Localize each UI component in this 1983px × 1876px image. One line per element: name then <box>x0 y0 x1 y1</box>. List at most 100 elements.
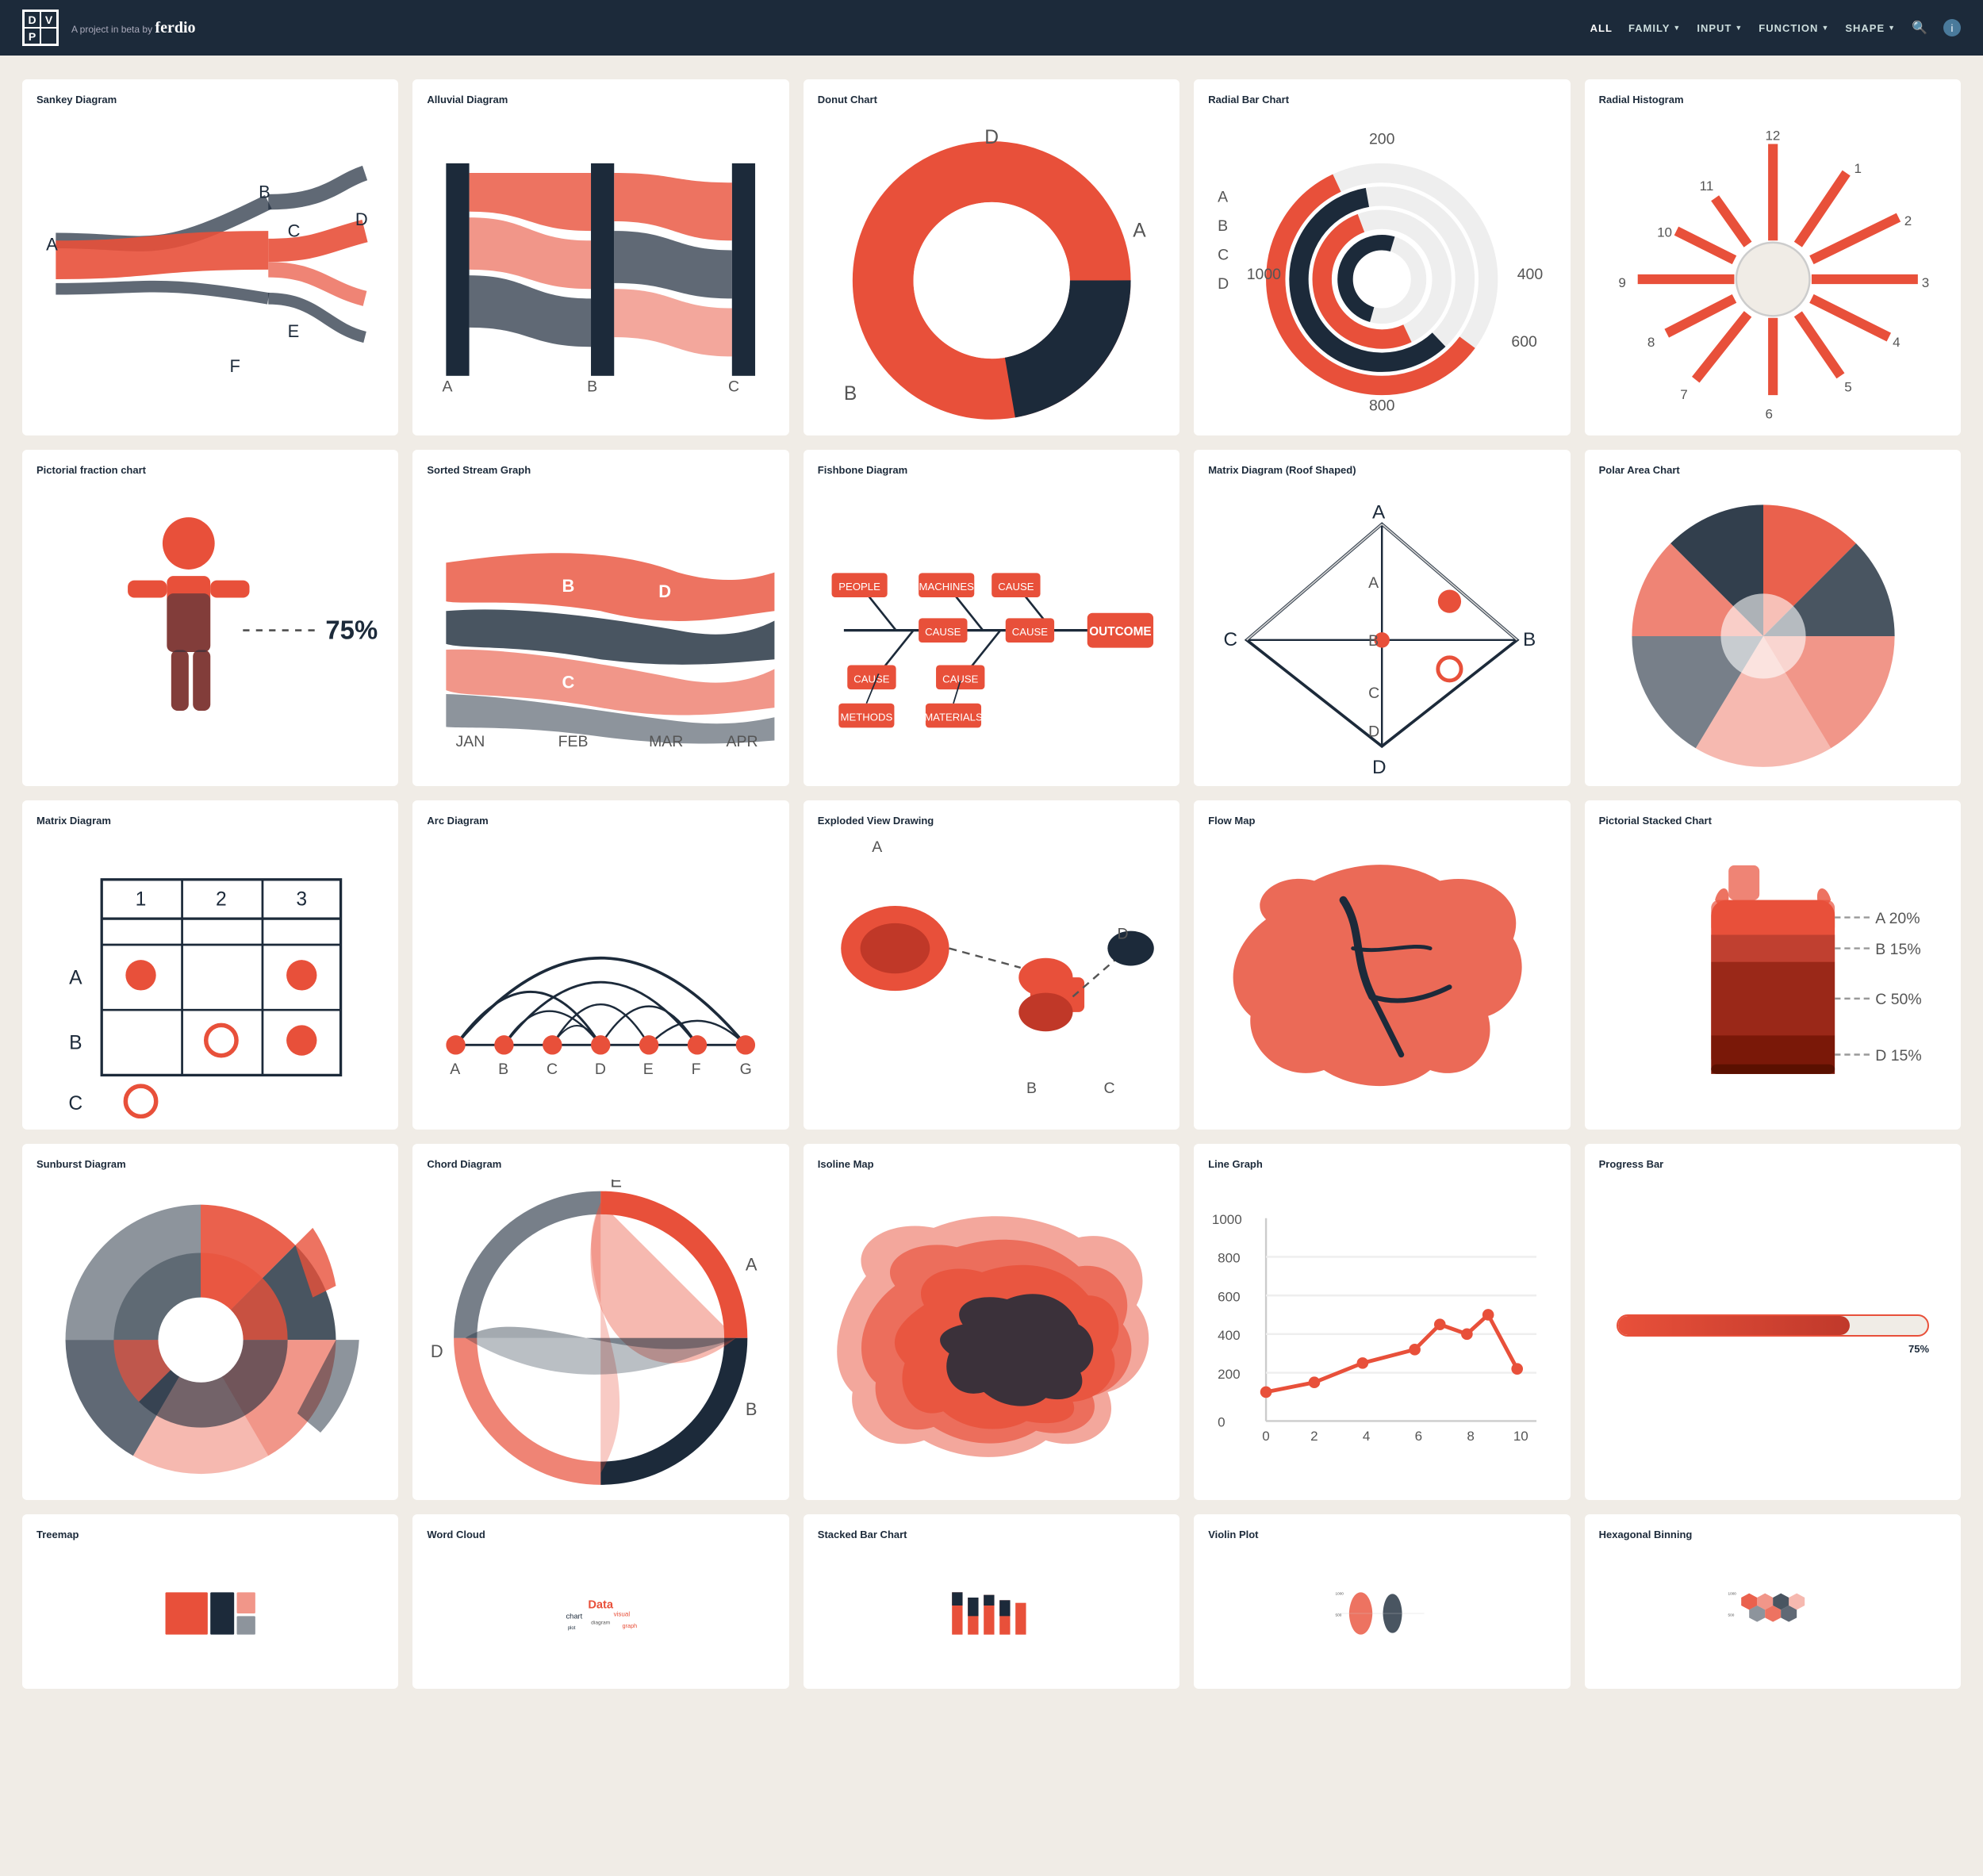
visual-progress-bar: 75% <box>1599 1180 1947 1489</box>
card-title-word-cloud: Word Cloud <box>427 1529 774 1540</box>
svg-text:B: B <box>1026 1080 1037 1097</box>
card-progress-bar[interactable]: Progress Bar 75% <box>1585 1144 1961 1500</box>
svg-text:MACHINES: MACHINES <box>919 581 974 593</box>
nav-all[interactable]: ALL <box>1590 22 1613 34</box>
svg-text:3: 3 <box>296 889 307 911</box>
card-title-chord: Chord Diagram <box>427 1158 774 1170</box>
svg-text:12: 12 <box>1765 129 1780 144</box>
nav-function[interactable]: FUNCTION ▼ <box>1759 22 1829 34</box>
svg-text:D: D <box>1218 275 1229 293</box>
svg-text:C: C <box>585 1487 598 1489</box>
svg-text:visual: visual <box>614 1611 631 1618</box>
card-matrix[interactable]: Matrix Diagram 1 2 3 <box>22 800 398 1130</box>
svg-text:B: B <box>259 182 270 202</box>
svg-text:500: 500 <box>1728 1613 1734 1617</box>
card-title-progress-bar: Progress Bar <box>1599 1158 1947 1170</box>
card-arc[interactable]: Arc Diagram <box>412 800 788 1130</box>
svg-text:JAN: JAN <box>456 732 485 750</box>
card-title-sorted-stream: Sorted Stream Graph <box>427 464 774 476</box>
card-isoline[interactable]: Isoline Map <box>804 1144 1179 1500</box>
svg-text:F: F <box>230 356 240 376</box>
visual-line-graph: 0 200 400 600 800 1000 0 2 4 6 8 10 <box>1208 1180 1555 1489</box>
card-title-line-graph: Line Graph <box>1208 1158 1555 1170</box>
search-icon[interactable]: 🔍 <box>1912 20 1927 36</box>
nav-shape[interactable]: SHAPE ▼ <box>1845 22 1896 34</box>
card-flow-map[interactable]: Flow Map <box>1194 800 1570 1130</box>
svg-text:C: C <box>1224 629 1238 650</box>
svg-text:B: B <box>499 1061 509 1078</box>
svg-text:800: 800 <box>1218 1251 1240 1266</box>
svg-text:diagram: diagram <box>592 1621 612 1626</box>
svg-text:D: D <box>355 209 368 229</box>
svg-text:G: G <box>740 1061 752 1078</box>
svg-text:Data: Data <box>589 1599 615 1612</box>
svg-text:4: 4 <box>1363 1429 1370 1444</box>
card-donut[interactable]: Donut Chart D A B <box>804 79 1179 435</box>
svg-text:D 15%: D 15% <box>1875 1047 1921 1065</box>
visual-hex-binning: 1000 500 <box>1599 1550 1947 1678</box>
svg-text:7: 7 <box>1680 387 1687 402</box>
card-sunburst[interactable]: Sunburst Diagram <box>22 1144 398 1500</box>
svg-text:1000: 1000 <box>1247 266 1281 283</box>
visual-violin: 1000 500 <box>1208 1550 1555 1678</box>
brand-name: ferdio <box>155 19 195 36</box>
visual-matrix-roof: A B D C A B C D <box>1208 485 1555 775</box>
chart-grid: Sankey Diagram A B C D E <box>22 79 1961 1689</box>
svg-text:C: C <box>1368 685 1379 702</box>
logo-d: D <box>24 11 40 28</box>
svg-text:C: C <box>68 1093 82 1114</box>
visual-pictorial-fraction: 75% <box>36 485 384 775</box>
card-treemap[interactable]: Treemap <box>22 1514 398 1689</box>
visual-donut: D A B <box>818 115 1165 424</box>
svg-text:A: A <box>1372 501 1386 523</box>
info-icon[interactable]: i <box>1943 19 1961 36</box>
card-exploded[interactable]: Exploded View Drawing <box>804 800 1179 1130</box>
svg-text:MAR: MAR <box>649 732 683 750</box>
main-content: Sankey Diagram A B C D E <box>0 56 1983 1713</box>
logo-v: V <box>40 11 57 28</box>
svg-text:6: 6 <box>1415 1429 1422 1444</box>
svg-text:B: B <box>69 1032 82 1053</box>
card-radial-bar[interactable]: Radial Bar Chart 200 400 1000 800 <box>1194 79 1570 435</box>
card-radial-hist[interactable]: Radial Histogram <box>1585 79 1961 435</box>
card-title-polar-area: Polar Area Chart <box>1599 464 1947 476</box>
svg-text:METHODS: METHODS <box>840 711 892 723</box>
svg-text:75%: 75% <box>325 615 378 644</box>
card-title-sankey: Sankey Diagram <box>36 94 384 106</box>
card-title-flow-map: Flow Map <box>1208 815 1555 827</box>
card-line-graph[interactable]: Line Graph 0 200 400 600 800 <box>1194 1144 1570 1500</box>
svg-text:B: B <box>562 576 575 596</box>
card-title-pictorial-stacked: Pictorial Stacked Chart <box>1599 815 1947 827</box>
card-title-radial-bar: Radial Bar Chart <box>1208 94 1555 106</box>
card-sankey[interactable]: Sankey Diagram A B C D E <box>22 79 398 435</box>
card-alluvial[interactable]: Alluvial Diagram A B C <box>412 79 788 435</box>
card-title-arc: Arc Diagram <box>427 815 774 827</box>
svg-text:A: A <box>1133 221 1146 242</box>
card-sorted-stream[interactable]: Sorted Stream Graph B D C JAN FEB MAR <box>412 450 788 786</box>
card-violin[interactable]: Violin Plot 1000 500 <box>1194 1514 1570 1689</box>
card-word-cloud[interactable]: Word Cloud Data chart visual diagram plo… <box>412 1514 788 1689</box>
card-matrix-roof[interactable]: Matrix Diagram (Roof Shaped) A B D C <box>1194 450 1570 786</box>
svg-text:B: B <box>844 383 857 405</box>
card-stacked-bar[interactable]: Stacked Bar Chart <box>804 1514 1179 1689</box>
svg-text:OUTCOME: OUTCOME <box>1089 625 1151 639</box>
svg-text:A: A <box>69 967 82 988</box>
card-fishbone[interactable]: Fishbone Diagram OUTCOME <box>804 450 1179 786</box>
nav-input[interactable]: INPUT ▼ <box>1697 22 1743 34</box>
card-chord[interactable]: Chord Diagram E <box>412 1144 788 1500</box>
nav-family[interactable]: FAMILY ▼ <box>1628 22 1681 34</box>
card-title-alluvial: Alluvial Diagram <box>427 94 774 106</box>
card-polar-area[interactable]: Polar Area Chart <box>1585 450 1961 786</box>
card-hex-binning[interactable]: Hexagonal Binning 1000 500 <box>1585 1514 1961 1689</box>
svg-text:600: 600 <box>1218 1290 1240 1305</box>
svg-text:CAUSE: CAUSE <box>853 673 890 685</box>
svg-text:PEOPLE: PEOPLE <box>838 581 880 593</box>
svg-text:8: 8 <box>1467 1429 1475 1444</box>
svg-text:1000: 1000 <box>1336 1592 1344 1596</box>
card-pictorial-fraction[interactable]: Pictorial fraction chart 75% <box>22 450 398 786</box>
logo-p: P <box>24 28 40 44</box>
visual-radial-bar: 200 400 1000 800 600 A B C D <box>1208 115 1555 424</box>
card-pictorial-stacked[interactable]: Pictorial Stacked Chart <box>1585 800 1961 1130</box>
svg-text:E: E <box>611 1180 623 1191</box>
svg-text:2: 2 <box>1904 213 1911 228</box>
